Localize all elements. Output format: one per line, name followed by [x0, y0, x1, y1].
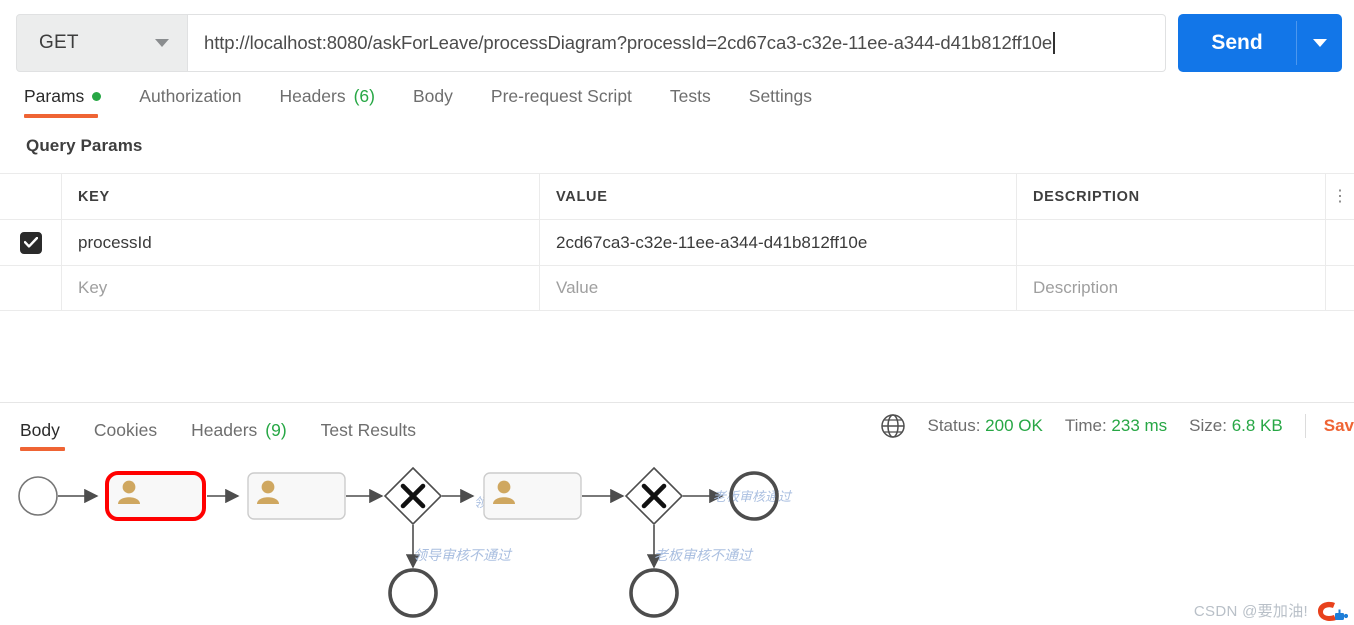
- url-input[interactable]: http://localhost:8080/askForLeave/proces…: [188, 14, 1166, 72]
- send-button[interactable]: Send: [1178, 14, 1296, 72]
- status-badge: Status: 200 OK: [928, 416, 1043, 436]
- header-cell-checkbox: [0, 174, 62, 219]
- tab-settings[interactable]: Settings: [730, 86, 831, 118]
- tab-response-body-label: Body: [20, 420, 60, 440]
- tab-tests[interactable]: Tests: [651, 86, 730, 118]
- bulk-edit-button[interactable]: ⋮: [1326, 174, 1354, 219]
- bpmn-end-event-reject-2: [629, 568, 679, 618]
- bpmn-label-gw2-reject: 老板审核不通过: [654, 548, 754, 564]
- tab-response-headers-label: Headers: [191, 420, 258, 440]
- response-body-bpmn-diagram: 领导审核通过 领导审核不通过 老板审核通过 老板审核不通过 CSD: [0, 452, 1354, 625]
- response-tabs: Body Cookies Headers (9) Test Results: [0, 420, 433, 451]
- response-meta: Status: 200 OK Time: 233 ms Size: 6.8 KB…: [876, 413, 1354, 451]
- tab-params[interactable]: Params: [22, 86, 120, 118]
- size-value: 6.8 KB: [1231, 416, 1283, 435]
- globe-icon[interactable]: [880, 413, 906, 439]
- tab-response-cookies[interactable]: Cookies: [77, 420, 174, 451]
- tab-pre-request-script-label: Pre-request Script: [490, 86, 632, 106]
- chevron-down-icon: [155, 39, 169, 47]
- meta-divider: [1304, 414, 1306, 438]
- row-actions[interactable]: [1326, 220, 1354, 265]
- request-bar: GET http://localhost:8080/askForLeave/pr…: [0, 0, 1354, 74]
- check-icon: [23, 237, 38, 248]
- tab-body-label: Body: [413, 86, 453, 106]
- params-modified-dot-icon: [92, 92, 102, 101]
- time-badge: Time: 233 ms: [1065, 416, 1167, 436]
- save-response-button[interactable]: Sav: [1324, 416, 1354, 436]
- tab-params-label: Params: [24, 86, 85, 106]
- ellipsis-vertical-icon: ⋮: [1332, 187, 1348, 205]
- header-cell-key: KEY: [78, 188, 110, 205]
- tab-body[interactable]: Body: [394, 86, 472, 118]
- size-badge: Size: 6.8 KB: [1189, 416, 1283, 436]
- table-row: processId 2cd67ca3-c32e-11ee-a344-d41b81…: [0, 219, 1354, 265]
- table-header-row: KEY VALUE DESCRIPTION ⋮: [0, 173, 1354, 219]
- bpmn-label-gw2-pass: 老板审核通过: [713, 489, 793, 504]
- tab-headers[interactable]: Headers (6): [260, 86, 394, 118]
- time-value: 233 ms: [1111, 416, 1168, 435]
- bpmn-user-task-2: [247, 472, 346, 520]
- tab-response-headers-count: (9): [265, 420, 287, 440]
- bpmn-svg: 领导审核通过 领导审核不通过 老板审核通过 老板审核不通过: [18, 466, 793, 618]
- bpmn-label-gw1-reject: 领导审核不通过: [413, 548, 513, 564]
- response-header: Body Cookies Headers (9) Test Results St…: [0, 403, 1354, 451]
- table-row-new: Key Value Description: [0, 265, 1354, 311]
- tab-pre-request-script[interactable]: Pre-request Script: [472, 86, 651, 118]
- http-method-select[interactable]: GET: [16, 14, 188, 72]
- row-key-input[interactable]: processId: [78, 233, 152, 253]
- request-tabs: Params Authorization Headers (6) Body Pr…: [0, 74, 1354, 118]
- send-button-group: Send: [1178, 14, 1342, 72]
- tab-authorization[interactable]: Authorization: [120, 86, 260, 118]
- text-cursor: [1053, 32, 1055, 54]
- bpmn-user-task-3: [483, 472, 582, 520]
- new-row-key-input[interactable]: Key: [78, 278, 107, 298]
- size-label: Size:: [1189, 416, 1227, 435]
- chevron-down-icon: [1312, 39, 1327, 47]
- query-params-title: Query Params: [26, 136, 143, 155]
- bpmn-exclusive-gateway-1: [383, 466, 443, 526]
- send-options-button[interactable]: [1297, 14, 1342, 72]
- status-label: Status:: [927, 416, 981, 435]
- tab-response-cookies-label: Cookies: [93, 420, 158, 440]
- tab-headers-count: (6): [353, 86, 375, 106]
- bpmn-end-event-reject-1: [388, 568, 438, 618]
- header-cell-description: DESCRIPTION: [1033, 188, 1140, 205]
- new-row-value-input[interactable]: Value: [556, 278, 598, 298]
- tab-test-results[interactable]: Test Results: [304, 420, 433, 451]
- tab-settings-label: Settings: [748, 86, 813, 106]
- row-enabled-checkbox[interactable]: [19, 231, 42, 254]
- bpmn-user-task-1: [105, 471, 206, 521]
- time-label: Time:: [1064, 416, 1107, 435]
- query-params-table: KEY VALUE DESCRIPTION ⋮ processId 2cd67c…: [0, 173, 1354, 311]
- http-method-label: GET: [39, 32, 79, 53]
- new-row-description-input[interactable]: Description: [1033, 278, 1118, 298]
- tab-test-results-label: Test Results: [320, 420, 416, 440]
- new-row-actions: [1326, 266, 1354, 310]
- tab-authorization-label: Authorization: [139, 86, 242, 106]
- bpmn-exclusive-gateway-2: [624, 466, 684, 526]
- status-value: 200 OK: [985, 416, 1043, 435]
- row-value-input[interactable]: 2cd67ca3-c32e-11ee-a344-d41b812ff10e: [556, 233, 867, 253]
- header-cell-value: VALUE: [556, 188, 608, 205]
- bpmn-start-event: [18, 476, 58, 516]
- tab-tests-label: Tests: [669, 86, 711, 106]
- tab-response-body[interactable]: Body: [10, 420, 77, 451]
- tab-headers-label: Headers: [279, 86, 346, 106]
- tab-response-headers[interactable]: Headers (9): [174, 420, 304, 451]
- new-row-checkbox-cell: [0, 266, 62, 310]
- url-text: http://localhost:8080/askForLeave/proces…: [204, 32, 1053, 53]
